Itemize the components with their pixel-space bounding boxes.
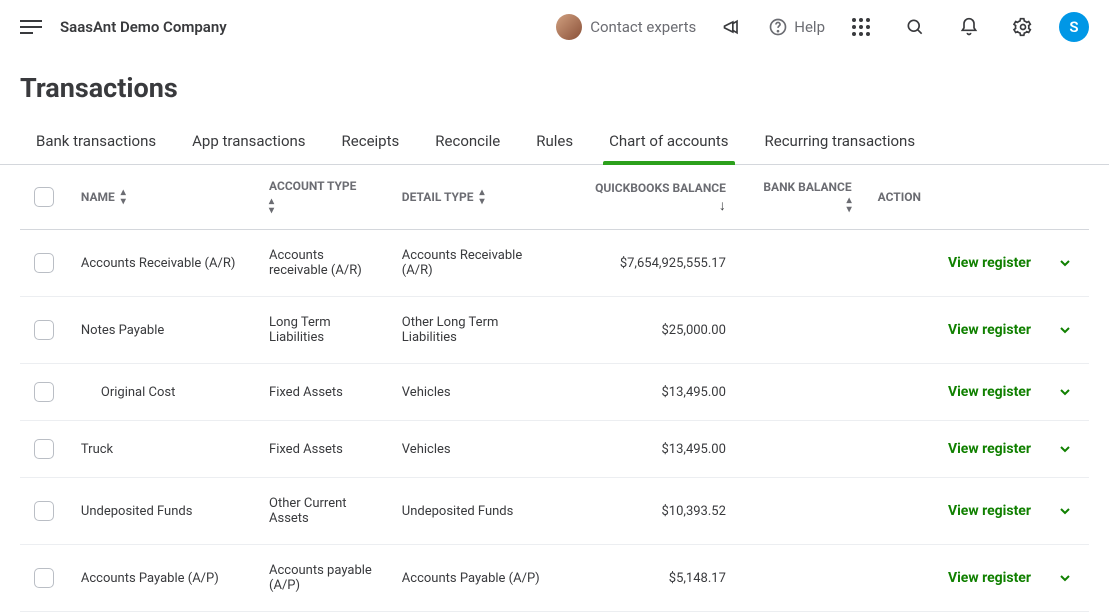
bank-balance-cell bbox=[746, 364, 868, 421]
account-type-cell: Long Term Liabilities bbox=[259, 297, 392, 364]
account-type-cell: Other Current Assets bbox=[259, 478, 392, 545]
detail-type-cell: Undeposited Funds bbox=[392, 478, 558, 545]
select-all-checkbox[interactable] bbox=[34, 187, 54, 207]
tab-recurring-transactions[interactable]: Recurring transactions bbox=[765, 126, 916, 164]
tab-rules[interactable]: Rules bbox=[536, 126, 573, 164]
help-icon bbox=[768, 17, 788, 37]
top-bar: SaasAnt Demo Company Contact experts Hel… bbox=[0, 0, 1109, 54]
settings-gear-icon[interactable] bbox=[1005, 9, 1041, 45]
sort-icon: ▴▾ bbox=[121, 188, 126, 206]
row-action-dropdown-icon[interactable] bbox=[1057, 255, 1073, 271]
tabs-nav: Bank transactions App transactions Receipt… bbox=[0, 114, 1109, 165]
account-name[interactable]: Undeposited Funds bbox=[81, 504, 193, 519]
column-header-name[interactable]: NAME▴▾ bbox=[71, 165, 259, 230]
detail-type-cell: Accounts Receivable (A/R) bbox=[392, 230, 558, 297]
row-checkbox[interactable] bbox=[34, 568, 54, 588]
account-name[interactable]: Original Cost bbox=[81, 385, 175, 400]
bank-balance-cell bbox=[746, 230, 868, 297]
qb-balance-cell: $7,654,925,555.17 bbox=[558, 230, 746, 297]
notifications-icon[interactable] bbox=[951, 9, 987, 45]
row-checkbox[interactable] bbox=[34, 253, 54, 273]
row-action-dropdown-icon[interactable] bbox=[1057, 322, 1073, 338]
column-header-qb-balance[interactable]: QUICKBOOKS BALANCE↓ bbox=[558, 165, 746, 230]
search-icon[interactable] bbox=[897, 9, 933, 45]
row-action-dropdown-icon[interactable] bbox=[1057, 503, 1073, 519]
column-header-detail-type[interactable]: DETAIL TYPE▴▾ bbox=[392, 165, 558, 230]
qb-balance-cell: $13,495.00 bbox=[558, 421, 746, 478]
company-name[interactable]: SaasAnt Demo Company bbox=[60, 18, 227, 36]
detail-type-cell: Vehicles bbox=[392, 364, 558, 421]
row-checkbox[interactable] bbox=[34, 501, 54, 521]
view-register-link[interactable]: View register bbox=[948, 255, 1031, 271]
tab-bank-transactions[interactable]: Bank transactions bbox=[36, 126, 156, 164]
column-header-account-type[interactable]: ACCOUNT TYPE▴▾ bbox=[259, 165, 392, 230]
tab-reconcile[interactable]: Reconcile bbox=[435, 126, 500, 164]
row-action-dropdown-icon[interactable] bbox=[1057, 384, 1073, 400]
tab-receipts[interactable]: Receipts bbox=[342, 126, 400, 164]
view-register-link[interactable]: View register bbox=[948, 322, 1031, 338]
accounts-table-wrap: NAME▴▾ ACCOUNT TYPE▴▾ DETAIL TYPE▴▾ QUIC… bbox=[0, 165, 1109, 612]
announcements-icon[interactable] bbox=[714, 9, 750, 45]
contact-experts-button[interactable]: Contact experts bbox=[556, 14, 696, 40]
account-type-cell: Accounts receivable (A/R) bbox=[259, 230, 392, 297]
detail-type-cell: Accounts Payable (A/P) bbox=[392, 545, 558, 612]
row-action-dropdown-icon[interactable] bbox=[1057, 441, 1073, 457]
menu-toggle-icon[interactable] bbox=[20, 16, 42, 38]
table-row: Original Cost Fixed Assets Vehicles $13,… bbox=[20, 364, 1089, 421]
detail-type-cell: Other Long Term Liabilities bbox=[392, 297, 558, 364]
bank-balance-cell bbox=[746, 545, 868, 612]
page-title: Transactions bbox=[0, 54, 1109, 114]
view-register-link[interactable]: View register bbox=[948, 570, 1031, 586]
row-checkbox[interactable] bbox=[34, 439, 54, 459]
table-row: Accounts Payable (A/P) Accounts payable … bbox=[20, 545, 1089, 612]
bank-balance-cell bbox=[746, 421, 868, 478]
table-row: Notes Payable Long Term Liabilities Othe… bbox=[20, 297, 1089, 364]
account-name[interactable]: Truck bbox=[81, 442, 113, 457]
tab-chart-of-accounts[interactable]: Chart of accounts bbox=[609, 126, 728, 164]
help-label: Help bbox=[794, 18, 825, 36]
table-row: Undeposited Funds Other Current Assets U… bbox=[20, 478, 1089, 545]
contact-experts-label: Contact experts bbox=[590, 18, 696, 36]
qb-balance-cell: $13,495.00 bbox=[558, 364, 746, 421]
tab-app-transactions[interactable]: App transactions bbox=[192, 126, 305, 164]
table-row: Accounts Receivable (A/R) Accounts recei… bbox=[20, 230, 1089, 297]
column-header-action: ACTION bbox=[868, 165, 1089, 230]
account-name[interactable]: Accounts Receivable (A/R) bbox=[81, 256, 235, 271]
row-checkbox[interactable] bbox=[34, 382, 54, 402]
view-register-link[interactable]: View register bbox=[948, 384, 1031, 400]
row-action-dropdown-icon[interactable] bbox=[1057, 570, 1073, 586]
bank-balance-cell bbox=[746, 478, 868, 545]
sort-icon: ▴▾ bbox=[479, 188, 484, 206]
accounts-table: NAME▴▾ ACCOUNT TYPE▴▾ DETAIL TYPE▴▾ QUIC… bbox=[20, 165, 1089, 612]
view-register-link[interactable]: View register bbox=[948, 503, 1031, 519]
row-checkbox[interactable] bbox=[34, 320, 54, 340]
account-name[interactable]: Notes Payable bbox=[81, 323, 164, 338]
sort-icon: ▴▾ bbox=[847, 196, 852, 214]
qb-balance-cell: $5,148.17 bbox=[558, 545, 746, 612]
help-button[interactable]: Help bbox=[768, 17, 825, 37]
account-type-cell: Fixed Assets bbox=[259, 421, 392, 478]
apps-grid-icon[interactable] bbox=[843, 9, 879, 45]
column-header-bank-balance[interactable]: BANK BALANCE▴▾ bbox=[746, 165, 868, 230]
detail-type-cell: Vehicles bbox=[392, 421, 558, 478]
sort-down-icon: ↓ bbox=[719, 197, 726, 214]
expert-avatar-icon bbox=[556, 14, 582, 40]
account-type-cell: Fixed Assets bbox=[259, 364, 392, 421]
account-name[interactable]: Accounts Payable (A/P) bbox=[81, 571, 219, 586]
qb-balance-cell: $25,000.00 bbox=[558, 297, 746, 364]
view-register-link[interactable]: View register bbox=[948, 441, 1031, 457]
sort-icon: ▴▾ bbox=[269, 197, 274, 215]
profile-avatar-button[interactable]: S bbox=[1059, 12, 1089, 42]
table-row: Truck Fixed Assets Vehicles $13,495.00 V… bbox=[20, 421, 1089, 478]
account-type-cell: Accounts payable (A/P) bbox=[259, 545, 392, 612]
bank-balance-cell bbox=[746, 297, 868, 364]
qb-balance-cell: $10,393.52 bbox=[558, 478, 746, 545]
